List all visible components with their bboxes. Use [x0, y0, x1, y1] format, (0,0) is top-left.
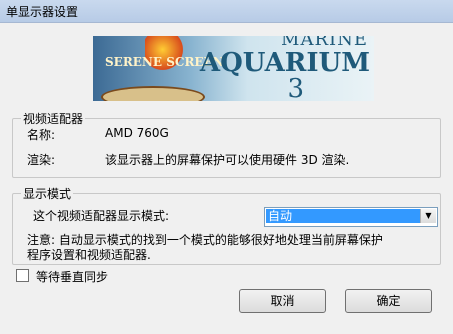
vsync-checkbox[interactable] [16, 269, 29, 282]
banner-title-number: 3 [287, 74, 304, 101]
adapter-render-label: 渲染: [27, 153, 56, 167]
display-mode-label: 这个视频适配器显示模式: [33, 209, 170, 223]
adapter-render-value: 该显示器上的屏幕保护可以使用硬件 3D 渲染. [105, 153, 350, 167]
chevron-down-icon[interactable]: ▼ [420, 209, 436, 223]
title-bar: 单显示器设置 [0, 0, 453, 23]
marine-aquarium-banner: SERENE SCREEN MARINE AQUARIUM 3 [93, 36, 374, 101]
cancel-button[interactable]: 取消 [239, 289, 326, 313]
video-adapter-group: 视频适配器 [12, 110, 441, 178]
serene-screen-logo [101, 86, 205, 101]
video-adapter-legend: 视频适配器 [21, 110, 86, 127]
display-mode-select[interactable]: 自动 ▼ [264, 207, 438, 227]
display-mode-note-line2: 程序设置和视频适配器. [27, 248, 151, 262]
display-mode-legend: 显示模式 [21, 185, 74, 202]
display-mode-selected: 自动 [266, 209, 420, 223]
banner-title-main: AQUARIUM [199, 48, 370, 78]
window-title: 单显示器设置 [6, 5, 79, 19]
ok-button[interactable]: 确定 [345, 289, 432, 313]
adapter-name-value: AMD 760G [105, 126, 169, 140]
adapter-name-label: 名称: [27, 128, 56, 142]
vsync-label: 等待垂直同步 [36, 270, 109, 284]
